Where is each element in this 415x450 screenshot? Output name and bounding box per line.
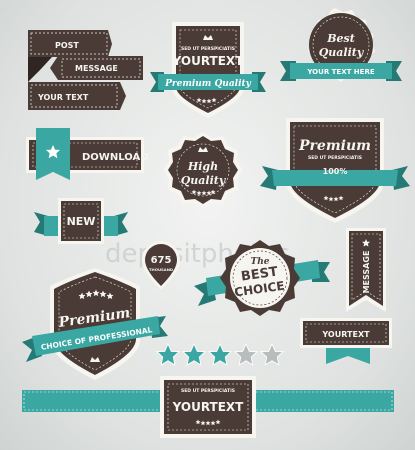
rating-star-icon <box>155 342 181 366</box>
arrow-label-message: MESSAGE <box>75 64 118 73</box>
shield-top-title: YOURTEXT <box>172 54 245 68</box>
best-quality-line2: Quality <box>319 46 365 59</box>
best-quality-ribbon: YOUR TEXT HERE <box>306 68 374 76</box>
arrow-tag-post: POST <box>28 30 112 57</box>
badges-svg: depositphotos POST MESSAGE YOUR TEXT SED… <box>22 8 410 438</box>
bottom-banner-small: SED UT PERSPICIATIS <box>181 388 235 394</box>
premium-shield-right: Premium SED UT PERSPICIATIS 100% <box>260 118 410 223</box>
bottom-banner: SED UT PERSPICIATIS YOURTEXT <box>22 376 394 438</box>
best-quality-line1: Best <box>326 32 355 45</box>
vertical-tag: MESSAGE <box>346 228 386 312</box>
arrow-label-yourtext: YOUR TEXT <box>37 93 89 102</box>
shield-top-ribbon: Premium Quality <box>164 79 252 89</box>
arrow-tag-yourtext: YOUR TEXT <box>28 82 126 110</box>
high-quality-line2: Quality <box>181 174 227 187</box>
bottom-banner-title: YOURTEXT <box>172 400 245 414</box>
premium-right-small: SED UT PERSPICIATIS <box>308 155 362 161</box>
rating-star-icon <box>207 342 233 366</box>
pin-badge: 675 THOUSAND <box>142 241 180 290</box>
shield-top-small: SED UT PERSPICIATIS <box>181 46 235 52</box>
badge-collection: depositphotos POST MESSAGE YOUR TEXT SED… <box>0 0 415 450</box>
arrow-label-post: POST <box>55 41 79 50</box>
rating-star-icon <box>181 342 207 366</box>
best-quality-seal: Best Quality YOUR TEXT HERE <box>280 8 402 82</box>
premium-right-title: Premium <box>298 138 371 154</box>
high-quality-seal: High Quality <box>163 132 243 208</box>
premium-shield-left: Premium CHOICE OF PROFESSIONAL <box>22 268 168 380</box>
new-badge: NEW <box>34 198 128 244</box>
new-label: NEW <box>67 215 96 228</box>
star-rating <box>155 342 285 366</box>
pin-value: 675 <box>151 255 172 266</box>
small-tag-label: YOURTEXT <box>321 330 370 339</box>
download-button[interactable]: DOWNLOAD <box>26 128 149 180</box>
download-label: DOWNLOAD <box>82 152 149 163</box>
high-quality-line1: High <box>187 160 218 173</box>
arrow-fold <box>28 57 52 70</box>
arrow-tag-message: MESSAGE <box>50 56 143 80</box>
pin-unit: THOUSAND <box>149 267 173 272</box>
rating-star-icon <box>233 342 259 366</box>
vertical-tag-label: MESSAGE <box>362 251 371 294</box>
rating-star-icon <box>259 342 285 366</box>
premium-right-value: 100% <box>323 167 348 176</box>
small-tag: YOURTEXT <box>300 318 392 364</box>
shield-badge-top: SED UT PERSPICIATIS YOURTEXT Premium Qua… <box>150 22 266 118</box>
